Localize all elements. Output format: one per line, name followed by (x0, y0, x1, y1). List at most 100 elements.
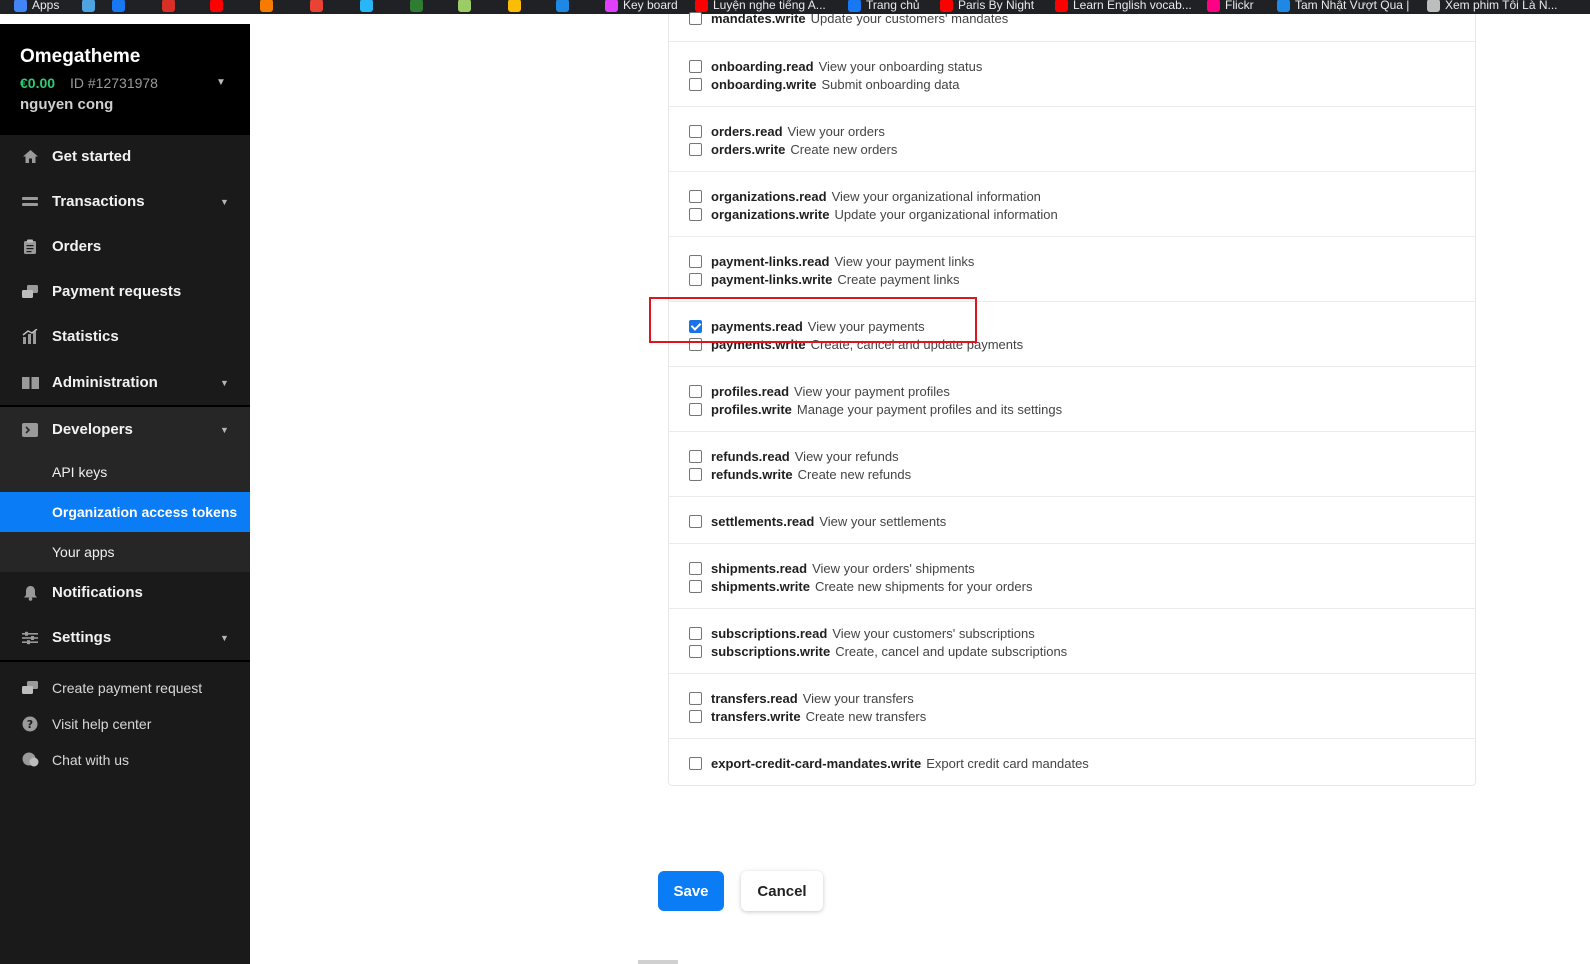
permission-checkbox[interactable] (689, 272, 702, 286)
bookmark-item[interactable] (162, 0, 180, 13)
permission-checkbox[interactable] (689, 254, 702, 268)
youtube-icon (1055, 0, 1068, 12)
bookmark-item[interactable]: Xem phim Tôi Là N... (1427, 0, 1558, 13)
permission-checkbox[interactable] (689, 59, 702, 73)
permission-description: Create new transfers (805, 708, 927, 724)
permission-name: subscriptions.read (711, 625, 828, 641)
permission-checkbox[interactable] (689, 449, 702, 463)
permission-name: onboarding.write (711, 76, 817, 92)
permission-row: settlements.read View your settlements (689, 512, 946, 530)
account-switcher[interactable]: Omegatheme €0.00 ID #12731978 nguyen con… (0, 24, 250, 135)
bookmark-item[interactable] (410, 0, 428, 13)
nav-item-developers[interactable]: Developers ▼ (0, 407, 250, 452)
permission-checkbox[interactable] (689, 142, 702, 156)
bookmark-label: Flickr (1225, 0, 1254, 12)
nav-label: Developers (52, 421, 133, 438)
permission-checkbox[interactable] (689, 207, 702, 221)
bookmark-icon (162, 0, 175, 12)
nav-item-transactions[interactable]: Transactions ▼ (0, 179, 250, 224)
nav-item-settings[interactable]: Settings ▼ (0, 615, 250, 660)
permission-group: shipments.read View your orders' shipment… (669, 544, 1475, 609)
nav-item-administration[interactable]: Administration ▼ (0, 360, 250, 405)
permission-checkbox[interactable] (689, 561, 702, 575)
permission-checkbox[interactable] (689, 514, 702, 528)
permission-name: subscriptions.write (711, 643, 831, 659)
bookmark-item[interactable] (310, 0, 328, 13)
bookmark-item[interactable] (112, 0, 130, 13)
permission-checkbox[interactable] (689, 189, 702, 203)
permission-group: profiles.read View your payment profiles p… (669, 367, 1475, 432)
clipboard-icon (21, 238, 39, 256)
permission-name: profiles.read (711, 383, 790, 399)
bookmark-item[interactable]: Tam Nhật Vượt Qua | (1277, 0, 1409, 13)
bookmark-item[interactable] (360, 0, 378, 13)
permission-checkbox[interactable] (689, 467, 702, 481)
permission-description: Update your organizational information (834, 206, 1058, 222)
permission-checkbox[interactable] (689, 709, 702, 723)
permission-checkbox[interactable] (689, 384, 702, 398)
d-icon (410, 0, 423, 12)
permission-row: refunds.write Create new refunds (689, 465, 911, 483)
permission-description: View your payment profiles (794, 383, 950, 399)
permission-checkbox[interactable] (689, 756, 702, 770)
permission-row: onboarding.write Submit onboarding data (689, 75, 960, 93)
bookmark-item[interactable] (210, 0, 228, 13)
nav-item-orders[interactable]: Orders (0, 224, 250, 269)
create-payment-request-link[interactable]: Create payment request (0, 670, 250, 706)
permission-description: Manage your payment profiles and its set… (796, 401, 1063, 417)
bookmark-item[interactable]: Flickr (1207, 0, 1254, 13)
bookmark-item[interactable] (82, 0, 100, 13)
bookmark-item[interactable]: Key board (605, 0, 678, 13)
nav-item-notifications[interactable]: Notifications (0, 570, 250, 615)
permission-checkbox[interactable] (689, 644, 702, 658)
bookmark-label: Tam Nhật Vượt Qua | (1295, 0, 1410, 12)
permission-group: orders.read View your orders orders.write C… (669, 107, 1475, 172)
cancel-button[interactable]: Cancel (741, 871, 823, 911)
bookmark-item[interactable]: Learn English vocab... (1055, 0, 1192, 13)
bookmark-item[interactable] (508, 0, 526, 13)
bookmark-item[interactable] (260, 0, 278, 13)
nav-label: Payment requests (52, 283, 182, 300)
permission-name: refunds.read (711, 448, 790, 464)
permission-name: profiles.write (711, 401, 792, 417)
visit-help-center-link[interactable]: ? Visit help center (0, 706, 250, 742)
permission-description: Create new refunds (797, 466, 912, 482)
permission-name: organizations.write (711, 206, 830, 222)
youtube-icon (210, 0, 223, 12)
permission-row: orders.read View your orders (689, 122, 885, 140)
caret-down-icon[interactable]: ▼ (216, 77, 226, 88)
permission-row: orders.write Create new orders (689, 140, 897, 158)
permission-row: organizations.read View your organization… (689, 187, 1041, 205)
nav-item-payment-requests[interactable]: Payment requests (0, 269, 250, 314)
permission-name: transfers.write (711, 708, 801, 724)
bookmark-item[interactable] (556, 0, 574, 13)
nav-item-statistics[interactable]: Statistics (0, 314, 250, 359)
permission-name: refunds.write (711, 466, 793, 482)
permission-checkbox[interactable] (689, 691, 702, 705)
permission-checkbox[interactable] (689, 77, 702, 91)
nav-label: Orders (52, 238, 102, 255)
keyboard-icon (605, 0, 618, 12)
nav-subitem-api-keys[interactable]: API keys (0, 452, 250, 492)
permission-checkbox[interactable] (689, 626, 702, 640)
docs-icon (508, 0, 521, 12)
permission-checkbox[interactable] (689, 579, 702, 593)
permission-row: refunds.read View your refunds (689, 447, 899, 465)
facebook-icon (112, 0, 125, 12)
save-button[interactable]: Save (658, 871, 724, 911)
help-icon: ? (21, 715, 39, 733)
nav-item-get-started[interactable]: Get started (0, 134, 250, 179)
chat-with-us-link[interactable]: Chat with us (0, 742, 250, 778)
divider (0, 660, 250, 662)
bookmark-item[interactable] (458, 0, 476, 13)
nav-subitem-your-apps[interactable]: Your apps (0, 532, 250, 572)
scroll-indicator[interactable] (638, 960, 678, 964)
payment-request-icon (21, 283, 39, 301)
chat-icon (21, 751, 39, 769)
nav-subitem-organization-access-tokens[interactable]: Organization access tokens (0, 492, 250, 532)
nav-label: API keys (52, 464, 108, 480)
bookmark-item[interactable]: Apps (14, 0, 59, 13)
permission-checkbox[interactable] (689, 124, 702, 138)
permission-checkbox[interactable] (689, 402, 702, 416)
nav-label: Create payment request (52, 680, 203, 696)
